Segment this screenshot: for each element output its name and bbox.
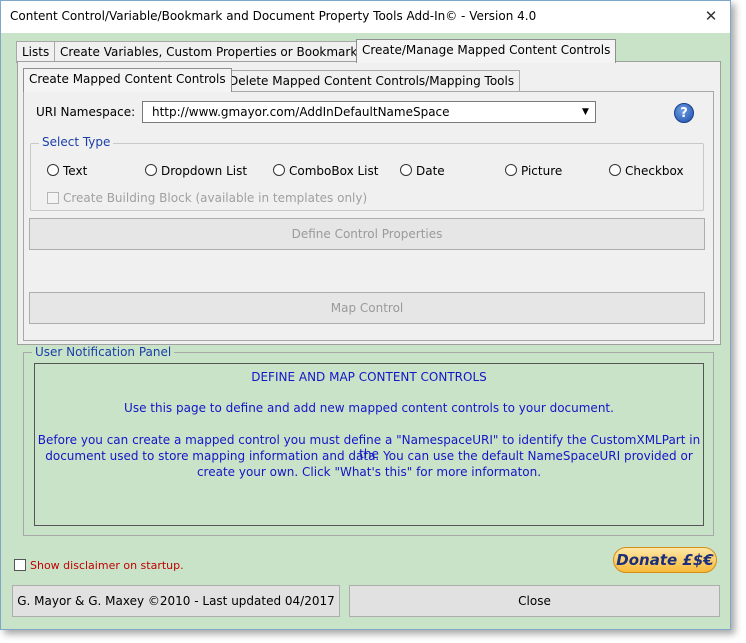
subtab-delete-mapped[interactable]: Delete Mapped Content Controls/Mapping T… — [223, 70, 521, 92]
chevron-down-icon[interactable]: ▼ — [577, 103, 594, 121]
tab-mapped-content-controls[interactable]: Create/Manage Mapped Content Controls — [356, 39, 617, 63]
radio-picture-label: Picture — [521, 164, 563, 178]
close-button[interactable]: Close — [349, 585, 720, 617]
donate-button[interactable]: Donate £$€ — [613, 547, 717, 573]
subtab-create-mapped[interactable]: Create Mapped Content Controls — [23, 68, 232, 92]
notification-line: document used to store mapping informati… — [45, 449, 693, 463]
notification-message-box: DEFINE AND MAP CONTENT CONTROLS Use this… — [34, 363, 704, 526]
radio-date[interactable] — [400, 164, 412, 176]
credits-button[interactable]: G. Mayor & G. Maxey ©2010 - Last updated… — [12, 585, 340, 617]
radio-combobox-list-label: ComboBox List — [289, 164, 379, 178]
notification-heading: DEFINE AND MAP CONTENT CONTROLS — [251, 370, 487, 384]
tab-lists[interactable]: Lists — [16, 41, 56, 63]
radio-checkbox-label: Checkbox — [625, 164, 684, 178]
building-block-label: Create Building Block (available in temp… — [63, 191, 368, 205]
window-title: Content Control/Variable/Bookmark and Do… — [10, 9, 537, 23]
radio-dropdown-list-label: Dropdown List — [161, 164, 248, 178]
notification-line: create your own. Click "What's this" for… — [196, 465, 542, 479]
radio-combobox-list[interactable] — [273, 164, 285, 176]
show-disclaimer-checkbox[interactable] — [14, 559, 26, 571]
radio-dropdown-list[interactable] — [145, 164, 157, 176]
radio-checkbox[interactable] — [609, 164, 621, 176]
tab-create-variables[interactable]: Create Variables, Custom Properties or B… — [54, 41, 370, 63]
user-notification-legend: User Notification Panel — [32, 345, 175, 359]
uri-namespace-label: URI Namespace: — [36, 105, 136, 119]
uri-namespace-select[interactable]: http://www.gmayor.com/AddInDefaultNameSp… — [142, 101, 596, 123]
radio-date-label: Date — [416, 164, 445, 178]
close-icon[interactable]: ✕ — [700, 6, 722, 26]
show-disclaimer-label: Show disclaimer on startup. — [30, 559, 184, 572]
radio-text-label: Text — [63, 164, 88, 178]
building-block-checkbox[interactable] — [47, 192, 59, 204]
radio-picture[interactable] — [505, 164, 517, 176]
define-control-properties-button[interactable]: Define Control Properties — [29, 218, 705, 250]
notification-line: Use this page to define and add new mapp… — [124, 401, 614, 415]
map-control-button[interactable]: Map Control — [29, 292, 705, 324]
radio-text[interactable] — [47, 164, 59, 176]
dialog-window: Content Control/Variable/Bookmark and Do… — [0, 0, 731, 630]
help-icon[interactable]: ? — [674, 103, 694, 123]
select-type-legend: Select Type — [39, 135, 114, 149]
title-bar: Content Control/Variable/Bookmark and Do… — [1, 1, 730, 33]
uri-namespace-value: http://www.gmayor.com/AddInDefaultNameSp… — [152, 105, 450, 119]
